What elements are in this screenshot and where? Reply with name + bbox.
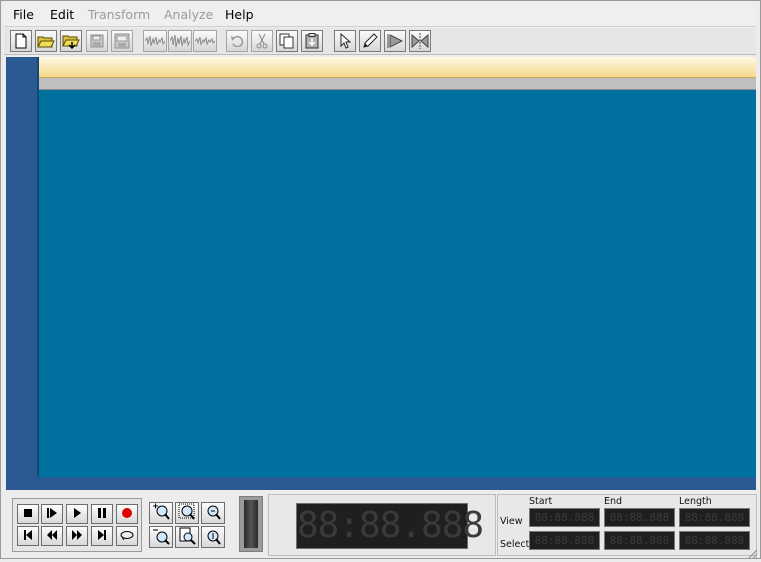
menu-edit[interactable]: Edit <box>50 7 74 23</box>
open-recent-button[interactable] <box>60 30 82 52</box>
record-icon <box>121 507 133 522</box>
play-icon <box>72 507 82 521</box>
menu-file[interactable]: File <box>13 7 34 23</box>
menu-analyze: Analyze <box>164 7 214 22</box>
zoom-vertical-icon <box>204 527 222 548</box>
select-start-field[interactable]: 88:88.888 <box>529 531 600 550</box>
length-column-label: Length <box>679 496 712 507</box>
rewind-icon <box>46 529 58 543</box>
go-to-start-button[interactable] <box>17 526 39 546</box>
cursor-icon <box>339 33 351 49</box>
horizontal-scrollbar[interactable] <box>6 477 756 490</box>
zoom-page-icon <box>178 527 196 548</box>
save-icon <box>90 34 104 48</box>
play-cursor-icon <box>46 507 58 521</box>
trim-icon <box>386 33 404 49</box>
paste-icon <box>305 33 319 49</box>
zoom-out-icon <box>152 527 170 548</box>
split-button[interactable] <box>409 30 431 52</box>
new-file-icon <box>14 33 28 49</box>
waveform-2-icon <box>170 34 190 48</box>
main-time-counter: 88:88.888 <box>296 503 484 549</box>
go-to-end-button[interactable] <box>91 526 113 546</box>
view-start-field[interactable]: 88:88.888 <box>529 508 600 527</box>
menu-help[interactable]: Help <box>225 7 254 23</box>
paste-button[interactable] <box>301 30 323 52</box>
play-from-start-button[interactable] <box>41 504 63 524</box>
rewind-button[interactable] <box>41 526 63 546</box>
timeline-bar[interactable] <box>39 57 756 78</box>
pencil-tool-button[interactable] <box>359 30 381 52</box>
waveform-3-button[interactable] <box>193 30 217 52</box>
play-button[interactable] <box>66 504 88 524</box>
fast-forward-button[interactable] <box>66 526 88 546</box>
stop-button[interactable] <box>17 504 39 524</box>
undo-icon <box>230 35 244 47</box>
toolbar <box>4 28 756 55</box>
cut-button[interactable] <box>251 30 273 52</box>
zoom-out-horizontal-button[interactable] <box>149 526 173 548</box>
undo-button[interactable] <box>226 30 248 52</box>
resize-grip-icon[interactable] <box>746 547 758 559</box>
waveform-1-icon <box>145 34 165 48</box>
select-length-field[interactable]: 88:88.888 <box>679 531 750 550</box>
loop-icon <box>119 529 135 543</box>
waveform-1-button[interactable] <box>143 30 167 52</box>
open-folder-arrow-icon <box>62 33 80 49</box>
level-meter-bar <box>244 500 258 548</box>
copy-button[interactable] <box>276 30 298 52</box>
fast-forward-icon <box>71 529 83 543</box>
select-end-field[interactable]: 88:88.888 <box>604 531 675 550</box>
track-divider <box>37 57 39 477</box>
zoom-full-button[interactable] <box>201 502 225 524</box>
loop-button[interactable] <box>116 526 138 546</box>
zoom-out-full-button[interactable] <box>175 526 199 548</box>
split-icon <box>411 33 429 49</box>
waveform-3-icon <box>195 34 215 48</box>
transport-controls <box>12 498 142 552</box>
new-file-button[interactable] <box>10 30 32 52</box>
zoom-selection-icon <box>178 503 196 524</box>
open-folder-icon <box>37 34 55 49</box>
waveform-area[interactable] <box>6 57 756 490</box>
track-side-strip <box>6 57 37 490</box>
time-display-panel: 88:88.888 <box>268 494 496 556</box>
trim-button[interactable] <box>384 30 406 52</box>
menu-bar: File Edit Transform Analyze Help <box>4 4 756 27</box>
cut-icon <box>256 33 268 49</box>
waveform-2-button[interactable] <box>168 30 192 52</box>
zoom-controls <box>147 500 227 550</box>
view-length-field[interactable]: 88:88.888 <box>679 508 750 527</box>
skip-forward-icon <box>97 529 107 543</box>
save-all-button[interactable] <box>111 30 133 52</box>
menu-transform: Transform <box>88 7 151 22</box>
start-column-label: Start <box>529 496 553 507</box>
copy-icon <box>279 33 295 49</box>
pencil-icon <box>362 33 378 49</box>
end-column-label: End <box>604 496 623 507</box>
zoom-to-selection-button[interactable] <box>175 502 199 524</box>
pause-button[interactable] <box>91 504 113 524</box>
open-file-button[interactable] <box>35 30 57 52</box>
zoom-in-icon <box>152 503 170 524</box>
zoom-vertical-button[interactable] <box>201 526 225 548</box>
level-meter <box>239 496 263 552</box>
app-window: File Edit Transform Analyze Help 88:88.8… <box>0 0 761 559</box>
time-ruler[interactable] <box>39 78 756 90</box>
record-button[interactable] <box>116 504 138 524</box>
select-tool-button[interactable] <box>334 30 356 52</box>
save-all-icon <box>114 33 130 49</box>
stop-icon <box>23 507 33 521</box>
pause-icon <box>97 507 107 521</box>
save-button[interactable] <box>86 30 108 52</box>
skip-back-icon <box>23 529 33 543</box>
select-row-label: Select <box>500 539 530 550</box>
selection-time-panel: Start End Length View Select 88:88.888 8… <box>497 494 757 556</box>
zoom-full-icon <box>204 503 222 524</box>
zoom-in-horizontal-button[interactable] <box>149 502 173 524</box>
view-row-label: View <box>500 516 523 527</box>
view-end-field[interactable]: 88:88.888 <box>604 508 675 527</box>
